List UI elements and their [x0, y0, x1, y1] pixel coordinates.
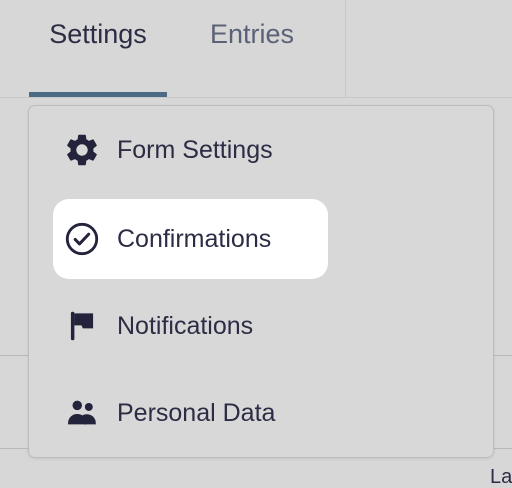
flag-icon	[63, 307, 101, 345]
active-tab-indicator	[29, 92, 167, 97]
menu-item-confirmations[interactable]: Confirmations	[53, 199, 328, 279]
tab-entries[interactable]: Entries	[194, 0, 310, 98]
menu-item-form-settings[interactable]: Form Settings	[53, 110, 353, 190]
tab-settings-label: Settings	[49, 19, 147, 49]
settings-dropdown-menu: Form Settings Confirmations Notification…	[28, 105, 494, 458]
menu-item-label: Form Settings	[117, 136, 273, 164]
users-icon	[63, 394, 101, 432]
menu-item-personal-data[interactable]: Personal Data	[53, 373, 353, 453]
menu-item-notifications[interactable]: Notifications	[53, 286, 333, 366]
top-separator	[345, 0, 346, 98]
menu-item-label: Notifications	[117, 312, 254, 340]
menu-item-label: Personal Data	[117, 399, 276, 427]
check-circle-icon	[63, 220, 101, 258]
background-partial-text: La	[490, 466, 512, 488]
tab-entries-label: Entries	[209, 19, 295, 49]
gear-icon	[63, 131, 101, 169]
menu-item-label: Confirmations	[117, 225, 272, 253]
tab-settings[interactable]: Settings	[29, 0, 167, 98]
